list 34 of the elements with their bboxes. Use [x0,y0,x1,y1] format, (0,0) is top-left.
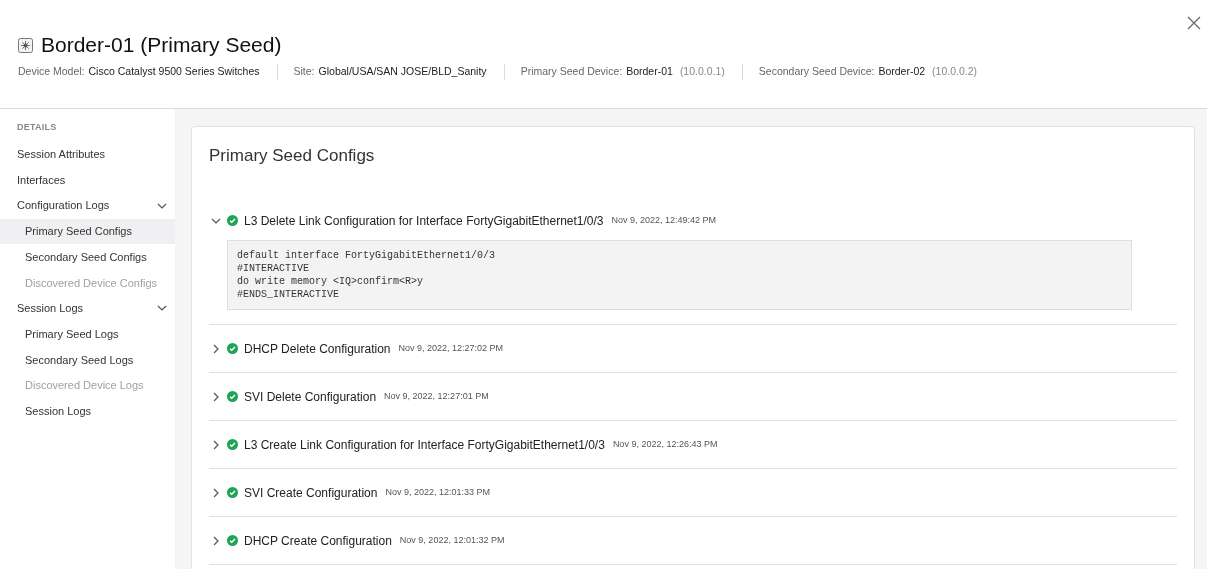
meta-label: Device Model: [18,64,85,79]
chevron-right-icon[interactable] [211,439,221,450]
meta-label: Site: [293,64,315,79]
chevron-right-icon[interactable] [211,391,221,402]
log-timestamp: Nov 9, 2022, 12:01:32 PM [399,533,505,547]
network-device-icon [18,37,33,53]
sidebar-item[interactable]: Primary Seed Configs [0,218,175,245]
log-timestamp: Nov 9, 2022, 12:26:43 PM [612,437,718,451]
ip-address: (10.0.0.1) [679,64,725,79]
ip-address: (10.0.0.2) [932,64,978,79]
chevron-right-icon[interactable] [211,487,221,498]
log-title[interactable]: DHCP Delete Configuration [244,339,391,358]
section-title: Primary Seed Configs [209,145,376,167]
sidebar-heading: DETAILS [16,121,58,134]
chevron-right-icon[interactable] [211,343,221,354]
meta-value: Border-01 [626,64,673,79]
log-title[interactable]: SVI Delete Configuration [244,387,377,406]
config-code-block: default interface FortyGigabitEthernet1/0/3 #INTERACTIVE do write memory <IQ>confirm<R>y #ENDS_INTERACTIVE [227,239,1132,310]
page-title: Border-01 (Primary Seed) [41,32,282,58]
log-title[interactable]: L3 Delete Link Configuration for Interface FortyGigabitEthernet1/0/3 [244,211,604,230]
log-timestamp: Nov 9, 2022, 12:49:42 PM [611,213,717,227]
log-timestamp: Nov 9, 2022, 12:27:02 PM [398,341,504,355]
meta-label: Primary Seed Device: [520,64,623,79]
log-title[interactable]: L3 Create Link Configuration for Interface FortyGigabitEthernet1/0/3 [244,435,605,454]
log-title[interactable]: SVI Create Configuration [244,483,378,502]
meta-value: Border-02 [878,64,926,79]
meta-value: Cisco Catalyst 9500 Series Switches [88,64,260,79]
meta-value: Global/USA/SAN JOSE/BLD_Sanity [318,64,487,79]
log-timestamp: Nov 9, 2022, 12:01:33 PM [385,485,490,499]
close-button[interactable] [1185,14,1203,32]
chevron-right-icon[interactable] [211,535,221,546]
meta-label: Secondary Seed Device: [758,64,875,79]
log-timestamp: Nov 9, 2022, 12:27:01 PM [384,389,489,403]
log-title[interactable]: DHCP Create Configuration [244,531,392,550]
